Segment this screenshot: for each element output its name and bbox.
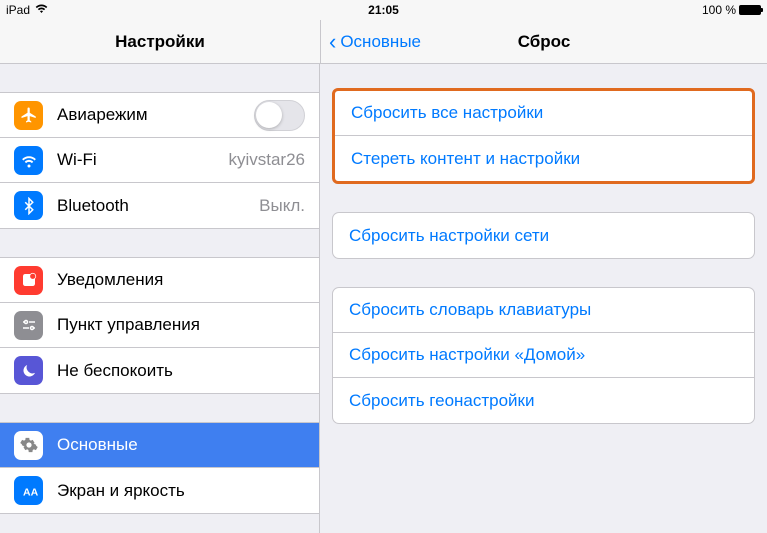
gear-icon	[14, 431, 43, 460]
reset-keyboard-dictionary[interactable]: Сбросить словарь клавиатуры	[333, 288, 754, 333]
screen: iPad 21:05 100 % Настройки ‹ Основные Сб…	[0, 0, 767, 533]
back-button[interactable]: ‹ Основные	[329, 31, 421, 53]
reset-group-other: Сбросить словарь клавиатуры Сбросить нас…	[332, 287, 755, 424]
svg-text:AA: AA	[23, 486, 38, 498]
reset-row-label: Стереть контент и настройки	[351, 149, 580, 169]
sidebar[interactable]: Авиарежим Wi-Fi kyivstar26 Bluetooth Вык…	[0, 64, 320, 533]
detail-pane[interactable]: Сбросить все настройки Стереть контент и…	[320, 64, 767, 533]
sidebar-group-notifications: Уведомления Пункт управления Не беспокои…	[0, 257, 319, 394]
reset-group-primary: Сбросить все настройки Стереть контент и…	[332, 88, 755, 184]
sidebar-item-wifi[interactable]: Wi-Fi kyivstar26	[0, 138, 319, 183]
sidebar-item-label: Пункт управления	[57, 315, 305, 335]
sidebar-item-label: Wi-Fi	[57, 150, 228, 170]
settings-title: Настройки	[115, 32, 205, 52]
wifi-icon	[35, 4, 48, 17]
status-bar: iPad 21:05 100 %	[0, 0, 767, 20]
nav-left: Настройки	[0, 20, 320, 63]
sidebar-item-general[interactable]: Основные	[0, 423, 319, 468]
body: Авиарежим Wi-Fi kyivstar26 Bluetooth Вык…	[0, 64, 767, 533]
airplane-toggle[interactable]	[254, 100, 305, 131]
battery-percent: 100 %	[702, 3, 736, 17]
device-label: iPad	[6, 3, 30, 17]
sidebar-item-label: Основные	[57, 435, 305, 455]
wifi-network-detail: kyivstar26	[228, 150, 305, 170]
bluetooth-icon	[14, 191, 43, 220]
sidebar-item-label: Не беспокоить	[57, 361, 305, 381]
reset-group-network: Сбросить настройки сети	[332, 212, 755, 259]
reset-network-settings[interactable]: Сбросить настройки сети	[333, 213, 754, 258]
reset-row-label: Сбросить словарь клавиатуры	[349, 300, 591, 320]
erase-all-content[interactable]: Стереть контент и настройки	[335, 136, 752, 181]
sidebar-item-display[interactable]: AA Экран и яркость	[0, 468, 319, 513]
sidebar-item-label: Авиарежим	[57, 105, 254, 125]
back-label: Основные	[340, 32, 421, 52]
clock: 21:05	[368, 3, 399, 17]
reset-row-label: Сбросить настройки «Домой»	[349, 345, 585, 365]
sidebar-item-label: Экран и яркость	[57, 481, 305, 501]
battery-icon	[739, 5, 761, 15]
wifi-settings-icon	[14, 146, 43, 175]
nav-right: ‹ Основные Сброс	[320, 20, 767, 63]
reset-home-layout[interactable]: Сбросить настройки «Домой»	[333, 333, 754, 378]
sidebar-group-connectivity: Авиарежим Wi-Fi kyivstar26 Bluetooth Вык…	[0, 92, 319, 229]
sidebar-item-notifications[interactable]: Уведомления	[0, 258, 319, 303]
bluetooth-status-detail: Выкл.	[259, 196, 305, 216]
control-center-icon	[14, 311, 43, 340]
sidebar-group-general: Основные AA Экран и яркость	[0, 422, 319, 514]
sidebar-item-airplane[interactable]: Авиарежим	[0, 93, 319, 138]
airplane-icon	[14, 101, 43, 130]
reset-row-label: Сбросить все настройки	[351, 103, 543, 123]
notifications-icon	[14, 266, 43, 295]
chevron-left-icon: ‹	[329, 31, 336, 53]
nav-bars: Настройки ‹ Основные Сброс	[0, 20, 767, 64]
display-icon: AA	[14, 476, 43, 505]
sidebar-item-control-center[interactable]: Пункт управления	[0, 303, 319, 348]
sidebar-item-label: Bluetooth	[57, 196, 259, 216]
sidebar-item-dnd[interactable]: Не беспокоить	[0, 348, 319, 393]
detail-title: Сброс	[518, 32, 571, 52]
sidebar-item-bluetooth[interactable]: Bluetooth Выкл.	[0, 183, 319, 228]
reset-row-label: Сбросить геонастройки	[349, 391, 535, 411]
moon-icon	[14, 356, 43, 385]
sidebar-item-label: Уведомления	[57, 270, 305, 290]
reset-all-settings[interactable]: Сбросить все настройки	[335, 91, 752, 136]
reset-row-label: Сбросить настройки сети	[349, 226, 549, 246]
reset-location-privacy[interactable]: Сбросить геонастройки	[333, 378, 754, 423]
